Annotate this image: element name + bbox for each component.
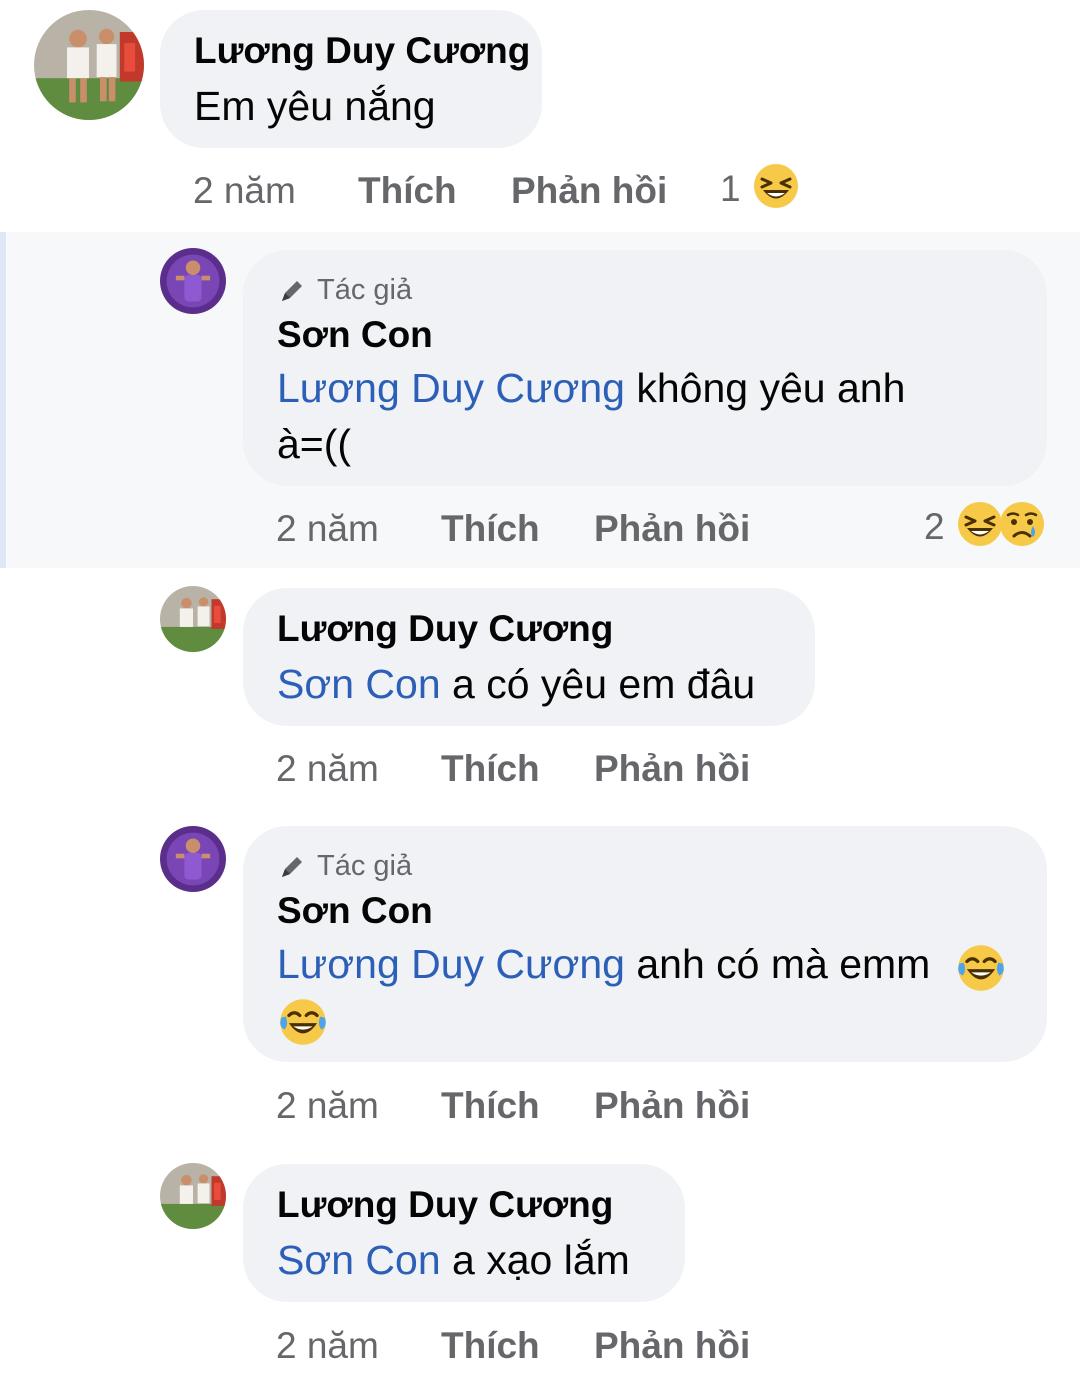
- author-name[interactable]: Sơn Con: [277, 314, 433, 356]
- player-photo-icon: [160, 586, 226, 652]
- reply-button[interactable]: Phản hồi: [594, 1085, 750, 1127]
- comment-bubble: Lương Duy Cương Sơn Con a có yêu em đâu: [243, 588, 815, 726]
- reply-button[interactable]: Phản hồi: [511, 170, 667, 212]
- author-badge: Tác giả: [277, 274, 412, 307]
- author-badge: Tác giả: [277, 850, 412, 883]
- author-name[interactable]: Sơn Con: [277, 890, 433, 932]
- reply-button[interactable]: Phản hồi: [594, 1325, 750, 1367]
- avatar[interactable]: [160, 586, 226, 652]
- crying-face-icon[interactable]: [998, 500, 1046, 548]
- comment-bubble: Tác giả Sơn Con Lương Duy Cương anh có m…: [243, 826, 1047, 1062]
- mention-link[interactable]: Sơn Con: [277, 661, 441, 707]
- author-badge-label: Tác giả: [317, 850, 413, 882]
- comment-text-line-2: à=((: [277, 421, 352, 467]
- reaction-count[interactable]: 1: [720, 168, 741, 210]
- player-photo-icon: [160, 248, 226, 314]
- mention-link[interactable]: Lương Duy Cương: [277, 365, 625, 411]
- avatar[interactable]: [34, 10, 144, 120]
- pencil-icon: [282, 280, 302, 301]
- player-photo-icon: [160, 826, 226, 892]
- comment-text: Sơn Con a xạo lắm: [277, 1237, 630, 1283]
- comment-bubble: Tác giả Sơn Con Lương Duy Cương không yê…: [243, 250, 1047, 486]
- tears-of-joy-icon: [955, 942, 1007, 994]
- reply-button[interactable]: Phản hồi: [594, 508, 750, 550]
- reply-button[interactable]: Phản hồi: [594, 748, 750, 790]
- comment-time[interactable]: 2 năm: [276, 508, 379, 550]
- comment-time[interactable]: 2 năm: [276, 1085, 379, 1127]
- comment-text: Sơn Con a có yêu em đâu: [277, 661, 756, 707]
- laughing-squint-icon[interactable]: [752, 162, 800, 210]
- like-button[interactable]: Thích: [441, 508, 540, 550]
- player-photo-icon: [160, 1163, 226, 1229]
- author-name[interactable]: Lương Duy Cương: [277, 1184, 613, 1226]
- avatar[interactable]: [160, 248, 226, 314]
- comment-time[interactable]: 2 năm: [193, 170, 296, 212]
- comment-text: Lương Duy Cương không yêu anh: [277, 365, 906, 411]
- author-badge-label: Tác giả: [317, 274, 413, 306]
- laughing-squint-icon[interactable]: [956, 500, 1004, 548]
- like-button[interactable]: Thích: [358, 170, 457, 212]
- mention-link[interactable]: Lương Duy Cương: [277, 941, 625, 987]
- like-button[interactable]: Thích: [441, 748, 540, 790]
- comment-bubble: Lương Duy Cương Em yêu nắng: [160, 10, 542, 148]
- like-button[interactable]: Thích: [441, 1325, 540, 1367]
- player-photo-icon: [34, 10, 144, 120]
- mention-link[interactable]: Sơn Con: [277, 1237, 441, 1283]
- avatar[interactable]: [160, 826, 226, 892]
- author-name[interactable]: Lương Duy Cương: [277, 608, 613, 650]
- pencil-icon: [282, 856, 302, 877]
- reaction-count[interactable]: 2: [924, 506, 945, 548]
- comment-time[interactable]: 2 năm: [276, 1325, 379, 1367]
- author-name[interactable]: Lương Duy Cương: [194, 30, 530, 72]
- avatar[interactable]: [160, 1163, 226, 1229]
- like-button[interactable]: Thích: [441, 1085, 540, 1127]
- comment-thread: Lương Duy Cương Em yêu nắng 2 năm Thích …: [0, 0, 1080, 1377]
- comment-time[interactable]: 2 năm: [276, 748, 379, 790]
- tears-of-joy-icon: [277, 996, 329, 1048]
- comment-text: Lương Duy Cương anh có mà emm: [277, 941, 931, 987]
- comment-text: Em yêu nắng: [194, 83, 436, 129]
- comment-bubble: Lương Duy Cương Sơn Con a xạo lắm: [243, 1164, 685, 1302]
